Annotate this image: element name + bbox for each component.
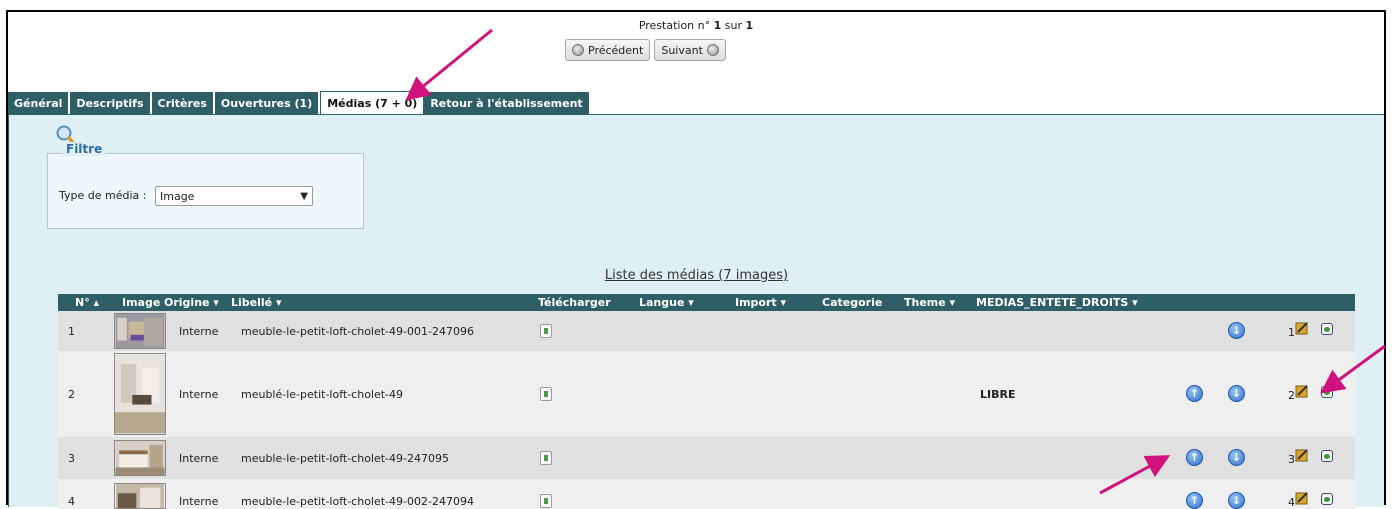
table-row: 3 Interne meuble-le-petit-loft-cholet-49… (58, 437, 1355, 479)
edit-icon[interactable] (1295, 491, 1309, 505)
row-libelle: meublé-le-petit-loft-cholet-49 (241, 388, 404, 401)
media-thumbnail[interactable] (114, 313, 166, 349)
col-telecharger: Télécharger (538, 296, 611, 309)
table-row: 1 Interne meuble-le-petit-loft-cholet-49… (58, 311, 1355, 351)
arrow-down-circle-icon[interactable]: ↓ (1228, 385, 1245, 402)
row-order: 2 (1288, 389, 1295, 402)
next-icon (706, 44, 719, 56)
col-origine[interactable]: Origine ▾ (164, 296, 219, 309)
arrow-down-circle-icon[interactable]: ↓ (1228, 449, 1245, 466)
tab-medias[interactable]: Médias (7 + 0) (320, 91, 425, 115)
download-icon[interactable] (540, 387, 552, 401)
arrow-down-circle-icon[interactable]: ↓ (1228, 322, 1245, 339)
download-icon[interactable] (540, 451, 552, 465)
row-order: 3 (1288, 453, 1295, 466)
tab-bar: Général Descriptifs Critères Ouvertures … (8, 91, 591, 115)
row-droits: LIBRE (980, 388, 1016, 401)
tab-ouvertures[interactable]: Ouvertures (1) (214, 92, 321, 114)
filter-legend: Filtre (62, 142, 107, 156)
arrow-up-circle-icon[interactable]: ↑ (1186, 385, 1203, 402)
col-categorie: Categorie (822, 296, 883, 309)
row-origine: Interne (179, 495, 219, 508)
col-num[interactable]: N° ▴ (75, 296, 99, 309)
row-num: 2 (68, 388, 75, 401)
row-num: 4 (68, 495, 75, 508)
pager-buttons: Précédent Suivant (565, 39, 726, 61)
row-libelle: meuble-le-petit-loft-cholet-49-001-24709… (241, 325, 474, 338)
media-type-select[interactable]: Image ▼ (155, 186, 313, 206)
edit-icon[interactable] (1295, 321, 1309, 335)
arrow-up-circle-icon[interactable]: ↑ (1186, 449, 1203, 466)
delete-icon[interactable] (1321, 386, 1333, 398)
tab-criteres[interactable]: Critères (151, 92, 215, 114)
row-order: 1 (1288, 326, 1295, 339)
row-num: 1 (68, 325, 75, 338)
tab-retour-etablissement[interactable]: Retour à l'établissement (424, 92, 591, 114)
chevron-down-icon: ▼ (300, 190, 308, 202)
col-libelle[interactable]: Libellé ▾ (231, 296, 281, 309)
col-image: Image (122, 296, 161, 309)
tab-descriptifs[interactable]: Descriptifs (70, 92, 152, 114)
arrow-down-circle-icon[interactable]: ↓ (1228, 492, 1245, 509)
row-libelle: meuble-le-petit-loft-cholet-49-247095 (241, 452, 449, 465)
row-libelle: meuble-le-petit-loft-cholet-49-002-24709… (241, 495, 474, 508)
arrow-up-circle-icon[interactable]: ↑ (1186, 492, 1203, 509)
edit-icon[interactable] (1295, 384, 1309, 398)
pager-info: Prestation n° 1 sur 1 (638, 19, 754, 32)
table-row: 2 Interne meublé-le-petit-loft-cholet-49… (58, 351, 1355, 437)
col-theme[interactable]: Theme ▾ (904, 296, 955, 309)
row-origine: Interne (179, 388, 219, 401)
next-button[interactable]: Suivant (654, 39, 726, 61)
edit-icon[interactable] (1295, 448, 1309, 462)
table-header: N° ▴ Image Origine ▾ Libellé ▾ Télécharg… (58, 294, 1355, 311)
previous-button[interactable]: Précédent (565, 39, 651, 61)
media-thumbnail[interactable] (114, 440, 166, 476)
row-origine: Interne (179, 452, 219, 465)
delete-icon[interactable] (1321, 493, 1333, 505)
col-droits[interactable]: MEDIAS_ENTETE_DROITS ▾ (976, 296, 1138, 309)
tab-general[interactable]: Général (8, 92, 71, 114)
row-order: 4 (1288, 496, 1295, 509)
download-icon[interactable] (540, 324, 552, 338)
col-langue[interactable]: Langue ▾ (639, 296, 694, 309)
media-list-title[interactable]: Liste des médias (7 images) (9, 268, 1384, 283)
col-import[interactable]: Import ▾ (735, 296, 786, 309)
delete-icon[interactable] (1321, 450, 1333, 462)
previous-icon (572, 44, 584, 56)
media-type-label: Type de média : (59, 189, 147, 202)
row-origine: Interne (179, 325, 219, 338)
medias-panel: Filtre Type de média : Image ▼ Liste des… (8, 114, 1384, 509)
media-thumbnail[interactable] (114, 353, 166, 435)
delete-icon[interactable] (1321, 323, 1333, 335)
row-num: 3 (68, 452, 75, 465)
media-thumbnail[interactable] (114, 483, 166, 509)
download-icon[interactable] (540, 494, 552, 508)
app-frame: Prestation n° 1 sur 1 Précédent Suivant … (6, 10, 1386, 509)
